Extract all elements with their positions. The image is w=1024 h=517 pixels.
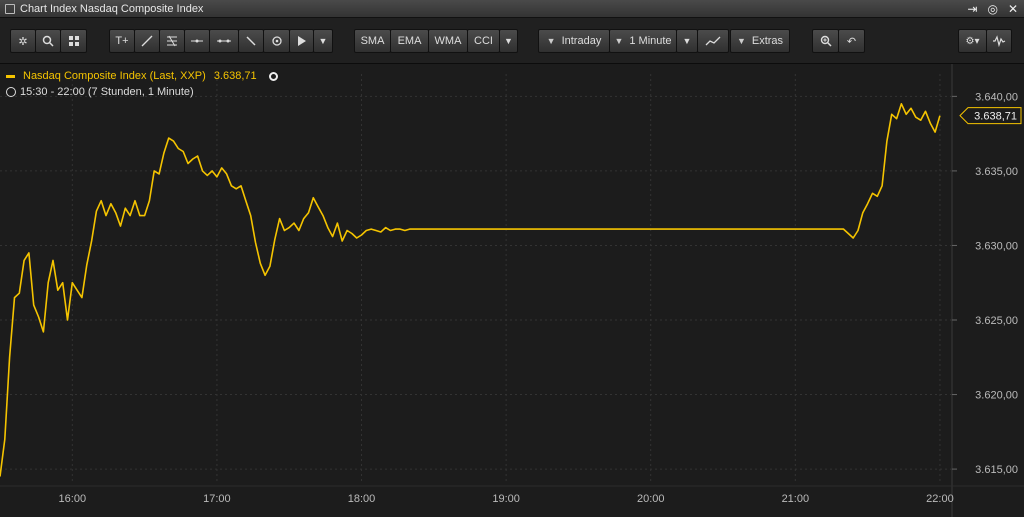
- horizontal-line-tool-button[interactable]: [184, 29, 210, 53]
- text-tool-button[interactable]: T+: [109, 29, 135, 53]
- oscillator-button[interactable]: [986, 29, 1012, 53]
- y-tick-label: 3.635,00: [975, 166, 1018, 178]
- ema-button[interactable]: EMA: [390, 29, 429, 53]
- chevron-down-icon: ▼: [736, 36, 746, 46]
- settings-icon: ⚙▾: [965, 35, 980, 47]
- y-tick-label: 3.615,00: [975, 464, 1018, 476]
- pointer-icon: [297, 36, 306, 46]
- grid-icon: [68, 36, 79, 46]
- wma-button[interactable]: WMA: [428, 29, 468, 53]
- segment-tool-button[interactable]: [209, 29, 239, 53]
- x-tick-label: 17:00: [203, 493, 231, 505]
- crosshair-icon: [271, 36, 282, 46]
- chart-toolbar: ✲ T+ ▼ SMA EMA WMA CCI ▼ ▼ Intraday ▼ 1 Mi…: [0, 18, 1024, 64]
- search-icon: [42, 35, 54, 47]
- interval-label: 1 Minute: [629, 35, 672, 47]
- chevron-down-icon: ▼: [682, 36, 692, 46]
- y-tick-label: 3.630,00: [975, 240, 1018, 252]
- zoom-in-icon: [820, 35, 832, 47]
- chart-type-dropdown[interactable]: ▼: [676, 29, 698, 53]
- chevron-down-icon: ▼: [504, 36, 513, 46]
- wma-label: WMA: [434, 35, 462, 47]
- zoom-in-button[interactable]: [812, 29, 839, 53]
- pointer-tool-button[interactable]: [289, 29, 314, 53]
- search-button[interactable]: [35, 29, 61, 53]
- trendline-icon: [141, 35, 153, 47]
- y-tick-label: 3.625,00: [975, 315, 1018, 327]
- last-value-label: 3.638,71: [974, 111, 1017, 123]
- series-swatch: [6, 74, 15, 78]
- extras-label: Extras: [751, 35, 784, 47]
- x-tick-label: 18:00: [348, 493, 376, 505]
- horizontal-line-icon: [191, 39, 203, 43]
- pencil-icon: [246, 36, 256, 46]
- x-tick-label: 20:00: [637, 493, 665, 505]
- price-chart[interactable]: 3.615,00 3.620,00 3.625,00 3.630,00 3.635,00…: [0, 64, 1024, 517]
- interval-type-label: Intraday: [561, 35, 602, 47]
- interval-select[interactable]: ▼ 1 Minute: [609, 29, 677, 53]
- window-titlebar: Chart Index Nasdaq Composite Index ⇥ ◎ ✕: [0, 0, 1024, 18]
- series-last-value: 3.638,71: [213, 70, 257, 82]
- chart-type-button[interactable]: [697, 29, 729, 53]
- undo-icon: ↶: [846, 35, 857, 48]
- display-settings-button[interactable]: ⚙▾: [958, 29, 987, 53]
- x-tick-label: 21:00: [782, 493, 810, 505]
- tools-dropdown[interactable]: ▼: [313, 29, 333, 53]
- settings-button[interactable]: ✲: [10, 29, 36, 53]
- interval-type-select[interactable]: ▼ Intraday: [538, 29, 610, 53]
- segment-icon: [217, 39, 231, 43]
- last-value-marker: 3.638,71: [959, 107, 1022, 125]
- series-options-icon[interactable]: [268, 71, 278, 81]
- gear-icon: ✲: [18, 35, 28, 48]
- cci-button[interactable]: CCI: [467, 29, 500, 53]
- undo-zoom-button[interactable]: ↶: [838, 29, 865, 53]
- layout-button[interactable]: [60, 29, 87, 53]
- detach-icon[interactable]: ⇥: [967, 2, 977, 16]
- indicators-dropdown[interactable]: ▼: [499, 29, 518, 53]
- window-title: Chart Index Nasdaq Composite Index: [20, 2, 204, 15]
- sma-label: SMA: [360, 35, 385, 47]
- ema-label: EMA: [397, 35, 422, 47]
- x-tick-label: 16:00: [59, 493, 87, 505]
- text-icon: T+: [115, 35, 129, 47]
- target-icon[interactable]: ◎: [987, 2, 997, 16]
- extras-select[interactable]: ▼ Extras: [730, 29, 790, 53]
- chart-legend: Nasdaq Composite Index (Last, XXP) 3.638…: [6, 69, 278, 100]
- series-name: Nasdaq Composite Index (Last, XXP): [23, 70, 206, 82]
- trendline-tool-button[interactable]: [134, 29, 160, 53]
- chevron-down-icon: ▼: [614, 36, 624, 46]
- window-icon: [5, 3, 15, 14]
- sma-button[interactable]: SMA: [354, 29, 391, 53]
- line-chart-icon: [705, 36, 721, 46]
- x-tick-label: 22:00: [926, 493, 954, 505]
- y-tick-label: 3.620,00: [975, 390, 1018, 402]
- pencil-tool-button[interactable]: [238, 29, 264, 53]
- y-tick-label: 3.640,00: [975, 91, 1018, 103]
- fibonacci-icon: [167, 35, 177, 47]
- chevron-down-icon: ▼: [546, 36, 556, 46]
- chevron-down-icon: ▼: [318, 36, 328, 46]
- chart-area[interactable]: 3.615,00 3.620,00 3.625,00 3.630,00 3.635,00…: [0, 64, 1024, 517]
- crosshair-tool-button[interactable]: [263, 29, 290, 53]
- x-tick-label: 19:00: [492, 493, 520, 505]
- series-line: [0, 102, 941, 477]
- fibonacci-tool-button[interactable]: [159, 29, 185, 53]
- wave-icon: [993, 35, 1006, 47]
- timeframe-label: 15:30 - 22:00 (7 Stunden, 1 Minute): [20, 86, 194, 98]
- cci-label: CCI: [474, 35, 493, 47]
- clock-icon: [6, 87, 16, 97]
- close-icon[interactable]: ✕: [1008, 2, 1018, 16]
